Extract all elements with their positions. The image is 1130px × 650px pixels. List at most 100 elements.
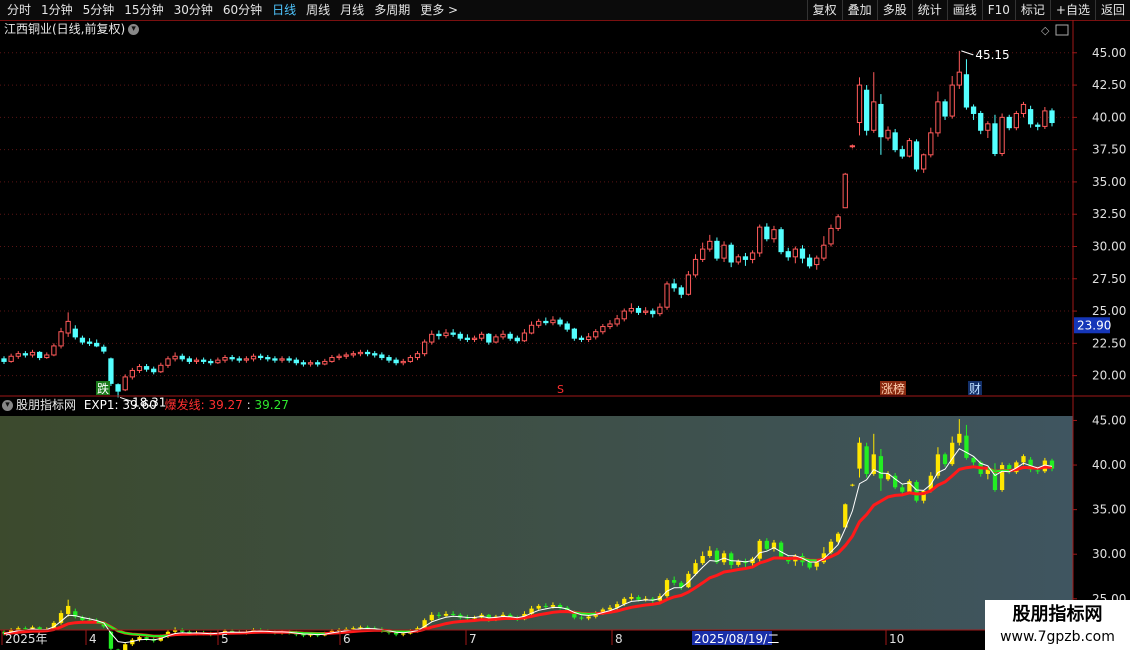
indicator-title[interactable]: ▾ 股朋指标网 EXP1: 39.60 爆发线: 39.27 : 39.27	[2, 398, 289, 413]
candle[interactable]	[1006, 114, 1012, 131]
candle[interactable]	[814, 255, 820, 270]
candle[interactable]	[243, 356, 250, 363]
candle[interactable]	[37, 351, 43, 361]
candle[interactable]	[885, 126, 891, 141]
candle[interactable]	[450, 329, 456, 337]
candle[interactable]	[578, 335, 585, 343]
candle[interactable]	[350, 351, 356, 358]
candle[interactable]	[892, 128, 898, 153]
candle[interactable]	[757, 224, 763, 257]
candle[interactable]	[550, 316, 556, 326]
candle[interactable]	[58, 327, 64, 349]
candle[interactable]	[129, 367, 135, 380]
stock-title[interactable]: 江西铜业(日线,前复权) ▾	[4, 21, 140, 37]
candle[interactable]	[842, 172, 848, 209]
candle[interactable]	[764, 223, 770, 242]
candle[interactable]	[215, 357, 221, 365]
indicator-bar[interactable]	[999, 462, 1005, 492]
candle[interactable]	[386, 354, 392, 363]
candle[interactable]	[593, 329, 599, 340]
indicator-bar[interactable]	[864, 442, 869, 478]
candle[interactable]	[1013, 110, 1019, 131]
candle[interactable]	[115, 383, 121, 398]
indicator-bar[interactable]	[664, 578, 670, 598]
indicator-bar[interactable]	[907, 479, 912, 493]
candle[interactable]	[300, 360, 307, 367]
candle[interactable]	[571, 327, 577, 341]
candle[interactable]	[8, 353, 14, 363]
candle[interactable]	[614, 314, 620, 327]
candle[interactable]	[749, 250, 756, 264]
candle[interactable]	[992, 114, 998, 157]
candle[interactable]	[407, 354, 414, 363]
candle[interactable]	[315, 360, 321, 367]
candle[interactable]	[72, 325, 78, 340]
candle[interactable]	[956, 50, 962, 89]
candle[interactable]	[721, 241, 727, 262]
candle[interactable]	[878, 94, 884, 155]
candle[interactable]	[1035, 122, 1041, 131]
candle[interactable]	[621, 308, 627, 322]
candle[interactable]	[935, 91, 941, 137]
candle[interactable]	[372, 351, 378, 358]
candle[interactable]	[978, 110, 984, 135]
candle[interactable]	[136, 364, 143, 374]
candle[interactable]	[22, 351, 29, 358]
candle[interactable]	[421, 339, 428, 357]
candle[interactable]	[564, 321, 570, 332]
candle[interactable]	[364, 349, 371, 357]
chevron-down-icon[interactable]: ▾	[2, 400, 13, 411]
candle[interactable]	[172, 352, 178, 362]
candle[interactable]	[436, 330, 442, 340]
candle[interactable]	[999, 113, 1005, 157]
candle[interactable]	[528, 321, 535, 335]
candle[interactable]	[949, 76, 955, 119]
candle[interactable]	[400, 358, 406, 366]
chevron-down-icon[interactable]: ▾	[128, 24, 140, 35]
candle[interactable]	[806, 254, 813, 269]
candle[interactable]	[678, 285, 684, 299]
kline-chart[interactable]: 45.00 42.50 40.00 37.50 35.00 32.50 30.00 27.50…	[0, 0, 1130, 650]
candle[interactable]	[293, 357, 299, 366]
candle[interactable]	[443, 329, 449, 339]
candle[interactable]	[685, 271, 692, 296]
candle[interactable]	[771, 225, 777, 243]
candle[interactable]	[600, 323, 606, 335]
candle[interactable]	[329, 354, 335, 363]
candle[interactable]	[963, 59, 970, 110]
candle[interactable]	[44, 352, 50, 359]
candle[interactable]	[507, 331, 513, 341]
candle[interactable]	[692, 254, 699, 278]
candle[interactable]	[51, 343, 57, 357]
candle[interactable]	[179, 353, 185, 362]
candle[interactable]	[414, 351, 421, 361]
candle[interactable]	[642, 307, 649, 315]
candle[interactable]	[186, 356, 192, 365]
candle[interactable]	[272, 356, 278, 363]
candle[interactable]	[15, 351, 21, 359]
candle[interactable]	[258, 353, 264, 361]
candle[interactable]	[521, 329, 528, 343]
candle[interactable]	[471, 335, 478, 343]
candle[interactable]	[899, 145, 905, 159]
candle[interactable]	[714, 237, 720, 261]
candle[interactable]	[200, 357, 207, 365]
candle[interactable]	[835, 214, 841, 231]
candle[interactable]	[307, 360, 314, 367]
candle[interactable]	[500, 330, 506, 340]
candle[interactable]	[785, 247, 791, 261]
candle[interactable]	[628, 303, 635, 314]
candle[interactable]	[229, 354, 235, 362]
candle[interactable]	[151, 366, 157, 375]
candle[interactable]	[514, 335, 520, 344]
candle[interactable]	[828, 224, 834, 247]
candle[interactable]	[65, 312, 71, 337]
candle[interactable]	[700, 242, 706, 262]
candle[interactable]	[821, 236, 827, 261]
candle[interactable]	[913, 139, 920, 172]
candle[interactable]	[29, 349, 36, 358]
candle[interactable]	[607, 320, 613, 330]
candle[interactable]	[457, 331, 463, 341]
candle[interactable]	[236, 356, 242, 363]
candle[interactable]	[856, 77, 863, 136]
